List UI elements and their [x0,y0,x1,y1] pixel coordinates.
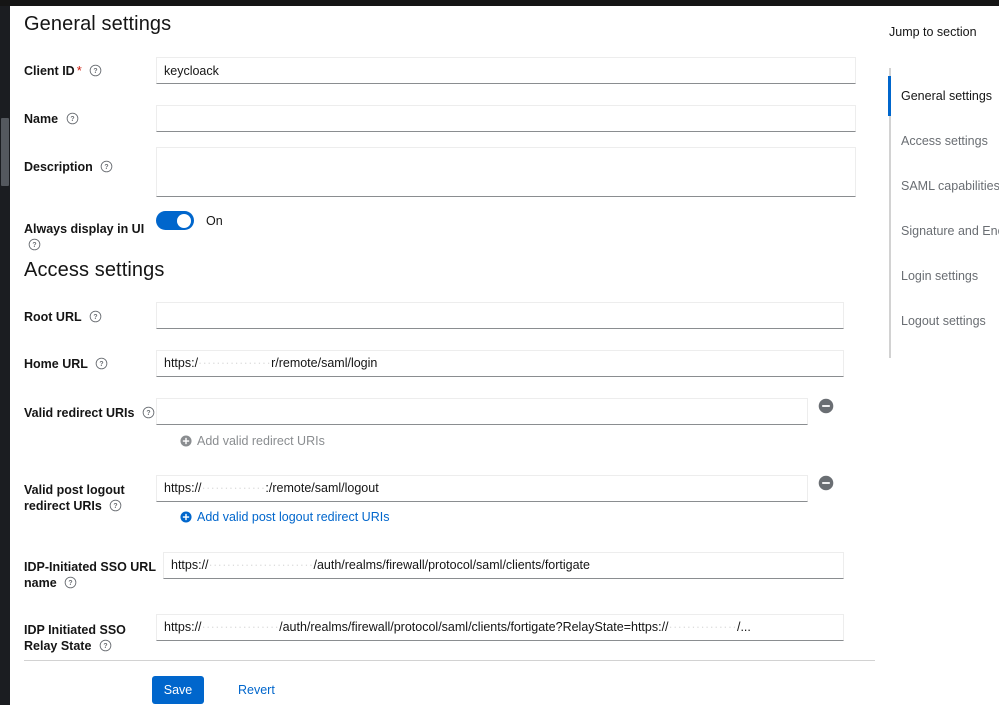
idp-initiated-sso-url-name-input[interactable]: https://·······················/auth/rea… [163,552,844,579]
home-url-suffix: r/remote/saml/login [271,356,378,370]
relay-state-middle: /auth/realms/firewall/protocol/saml/clie… [279,620,669,634]
add-valid-post-logout-redirect-uris-label: Add valid post logout redirect URIs [197,510,390,524]
valid-post-logout-redirect-uris-input[interactable]: https://··············:/remote/saml/logo… [156,475,808,502]
left-scrollbar-track[interactable] [0,6,10,705]
client-id-input[interactable] [156,57,856,84]
revert-button[interactable]: Revert [228,676,285,704]
plus-circle-icon [180,435,192,447]
help-icon[interactable]: ? [66,112,79,125]
home-url-label-text: Home URL [24,357,88,371]
relay-state-prefix: https:// [164,620,202,634]
idp-sso-relay-state-label-line2: Relay State [24,639,92,653]
help-icon[interactable]: ? [142,406,155,419]
help-icon[interactable]: ? [99,639,112,652]
post-logout-redacted: ·············· [201,481,266,495]
relay-state-redacted-2: ··············· [668,620,737,634]
access-settings-heading: Access settings [24,259,165,281]
relay-state-redacted: ················· [201,620,280,634]
name-input[interactable] [156,105,856,132]
help-icon[interactable]: ? [64,576,77,589]
idp-initiated-sso-relay-state-input[interactable]: https://·················/auth/realms/fi… [156,614,844,641]
idp-sso-url-suffix: /auth/realms/firewall/protocol/saml/clie… [313,558,590,572]
add-valid-post-logout-redirect-uris-link[interactable]: Add valid post logout redirect URIs [180,510,389,524]
svg-text:?: ? [103,643,107,650]
save-button[interactable]: Save [152,676,204,704]
remove-valid-redirect-uri-button[interactable] [818,398,834,414]
valid-redirect-uris-label-text: Valid redirect URIs [24,406,135,420]
jump-item-signature-encryption[interactable]: Signature and Encryption [901,224,999,238]
home-url-label: Home URL ? [24,356,154,372]
general-settings-heading: General settings [24,13,172,35]
valid-post-logout-label-line2: redirect URIs [24,499,102,513]
always-display-state-label: On [206,214,223,228]
help-icon[interactable]: ? [89,64,102,77]
svg-text:?: ? [32,242,36,249]
jump-item-access-settings[interactable]: Access settings [901,134,988,148]
valid-post-logout-redirect-uris-label: Valid post logout redirect URIs ? [24,482,154,514]
required-marker: * [76,63,82,78]
home-url-prefix: https:/ [164,356,199,370]
svg-text:?: ? [114,503,118,510]
name-label-text: Name [24,112,59,126]
idp-sso-relay-state-label-line1: IDP Initiated SSO [24,623,126,637]
help-icon[interactable]: ? [89,310,102,323]
always-display-label-text: Always display in UI [24,222,145,236]
jump-to-section-active-indicator [888,76,891,116]
client-id-label: Client ID * ? [24,63,154,79]
description-textarea[interactable] [156,147,856,197]
post-logout-prefix: https:// [164,481,202,495]
svg-text:?: ? [69,580,73,587]
jump-item-login-settings[interactable]: Login settings [901,269,978,283]
jump-item-saml-capabilities[interactable]: SAML capabilities [901,179,999,193]
toggle-knob [177,213,191,228]
home-url-input[interactable]: https:/················r/remote/saml/log… [156,350,844,377]
footer-divider [24,660,875,661]
help-icon[interactable]: ? [100,160,113,173]
root-url-input[interactable] [156,302,844,329]
add-valid-redirect-uris-label: Add valid redirect URIs [197,434,325,448]
description-label-text: Description [24,160,93,174]
idp-sso-url-redacted: ······················· [208,558,314,572]
scrollbar-thumb[interactable] [1,118,9,186]
valid-post-logout-label-line1: Valid post logout [24,483,125,497]
valid-redirect-uris-label: Valid redirect URIs ? [24,405,164,421]
svg-text:?: ? [105,164,109,171]
idp-sso-url-prefix: https:// [171,558,209,572]
jump-item-logout-settings[interactable]: Logout settings [901,314,986,328]
root-url-label: Root URL ? [24,309,154,325]
always-display-label: Always display in UI ? [24,221,159,253]
idp-sso-relay-state-label: IDP Initiated SSO Relay State ? [24,622,154,654]
settings-form-panel: General settings Client ID* ? Name ? [10,6,875,705]
remove-valid-post-logout-redirect-uri-button[interactable] [818,475,834,491]
jump-item-general-settings[interactable]: General settings [901,89,992,103]
svg-text:?: ? [93,314,97,321]
svg-text:?: ? [94,68,98,75]
help-icon[interactable]: ? [109,499,122,512]
help-icon[interactable]: ? [95,357,108,370]
add-valid-redirect-uris-link[interactable]: Add valid redirect URIs [180,434,325,448]
idp-sso-url-name-label-line2: name [24,576,57,590]
post-logout-suffix: :/remote/saml/logout [265,481,379,495]
jump-to-section-panel: Jump to section General settings Access … [875,6,999,705]
help-icon[interactable]: ? [28,238,41,251]
idp-sso-url-name-label: IDP-Initiated SSO URL name ? [24,559,159,591]
valid-redirect-uris-input[interactable] [156,398,808,425]
client-settings-page: General settings Client ID* ? Name ? [0,0,999,705]
client-id-label-text: Client ID [24,64,75,78]
svg-text:?: ? [70,116,74,123]
home-url-redacted: ················ [198,356,272,370]
relay-state-suffix: /... [736,620,751,634]
idp-sso-url-name-label-line1: IDP-Initiated SSO URL [24,560,156,574]
plus-circle-icon [180,511,192,523]
name-label: Name ? [24,111,154,127]
svg-text:?: ? [146,410,150,417]
description-label: Description ? [24,159,154,175]
jump-to-section-title: Jump to section [889,25,977,39]
svg-text:?: ? [100,361,104,368]
always-display-toggle[interactable] [156,211,194,230]
root-url-label-text: Root URL [24,310,82,324]
